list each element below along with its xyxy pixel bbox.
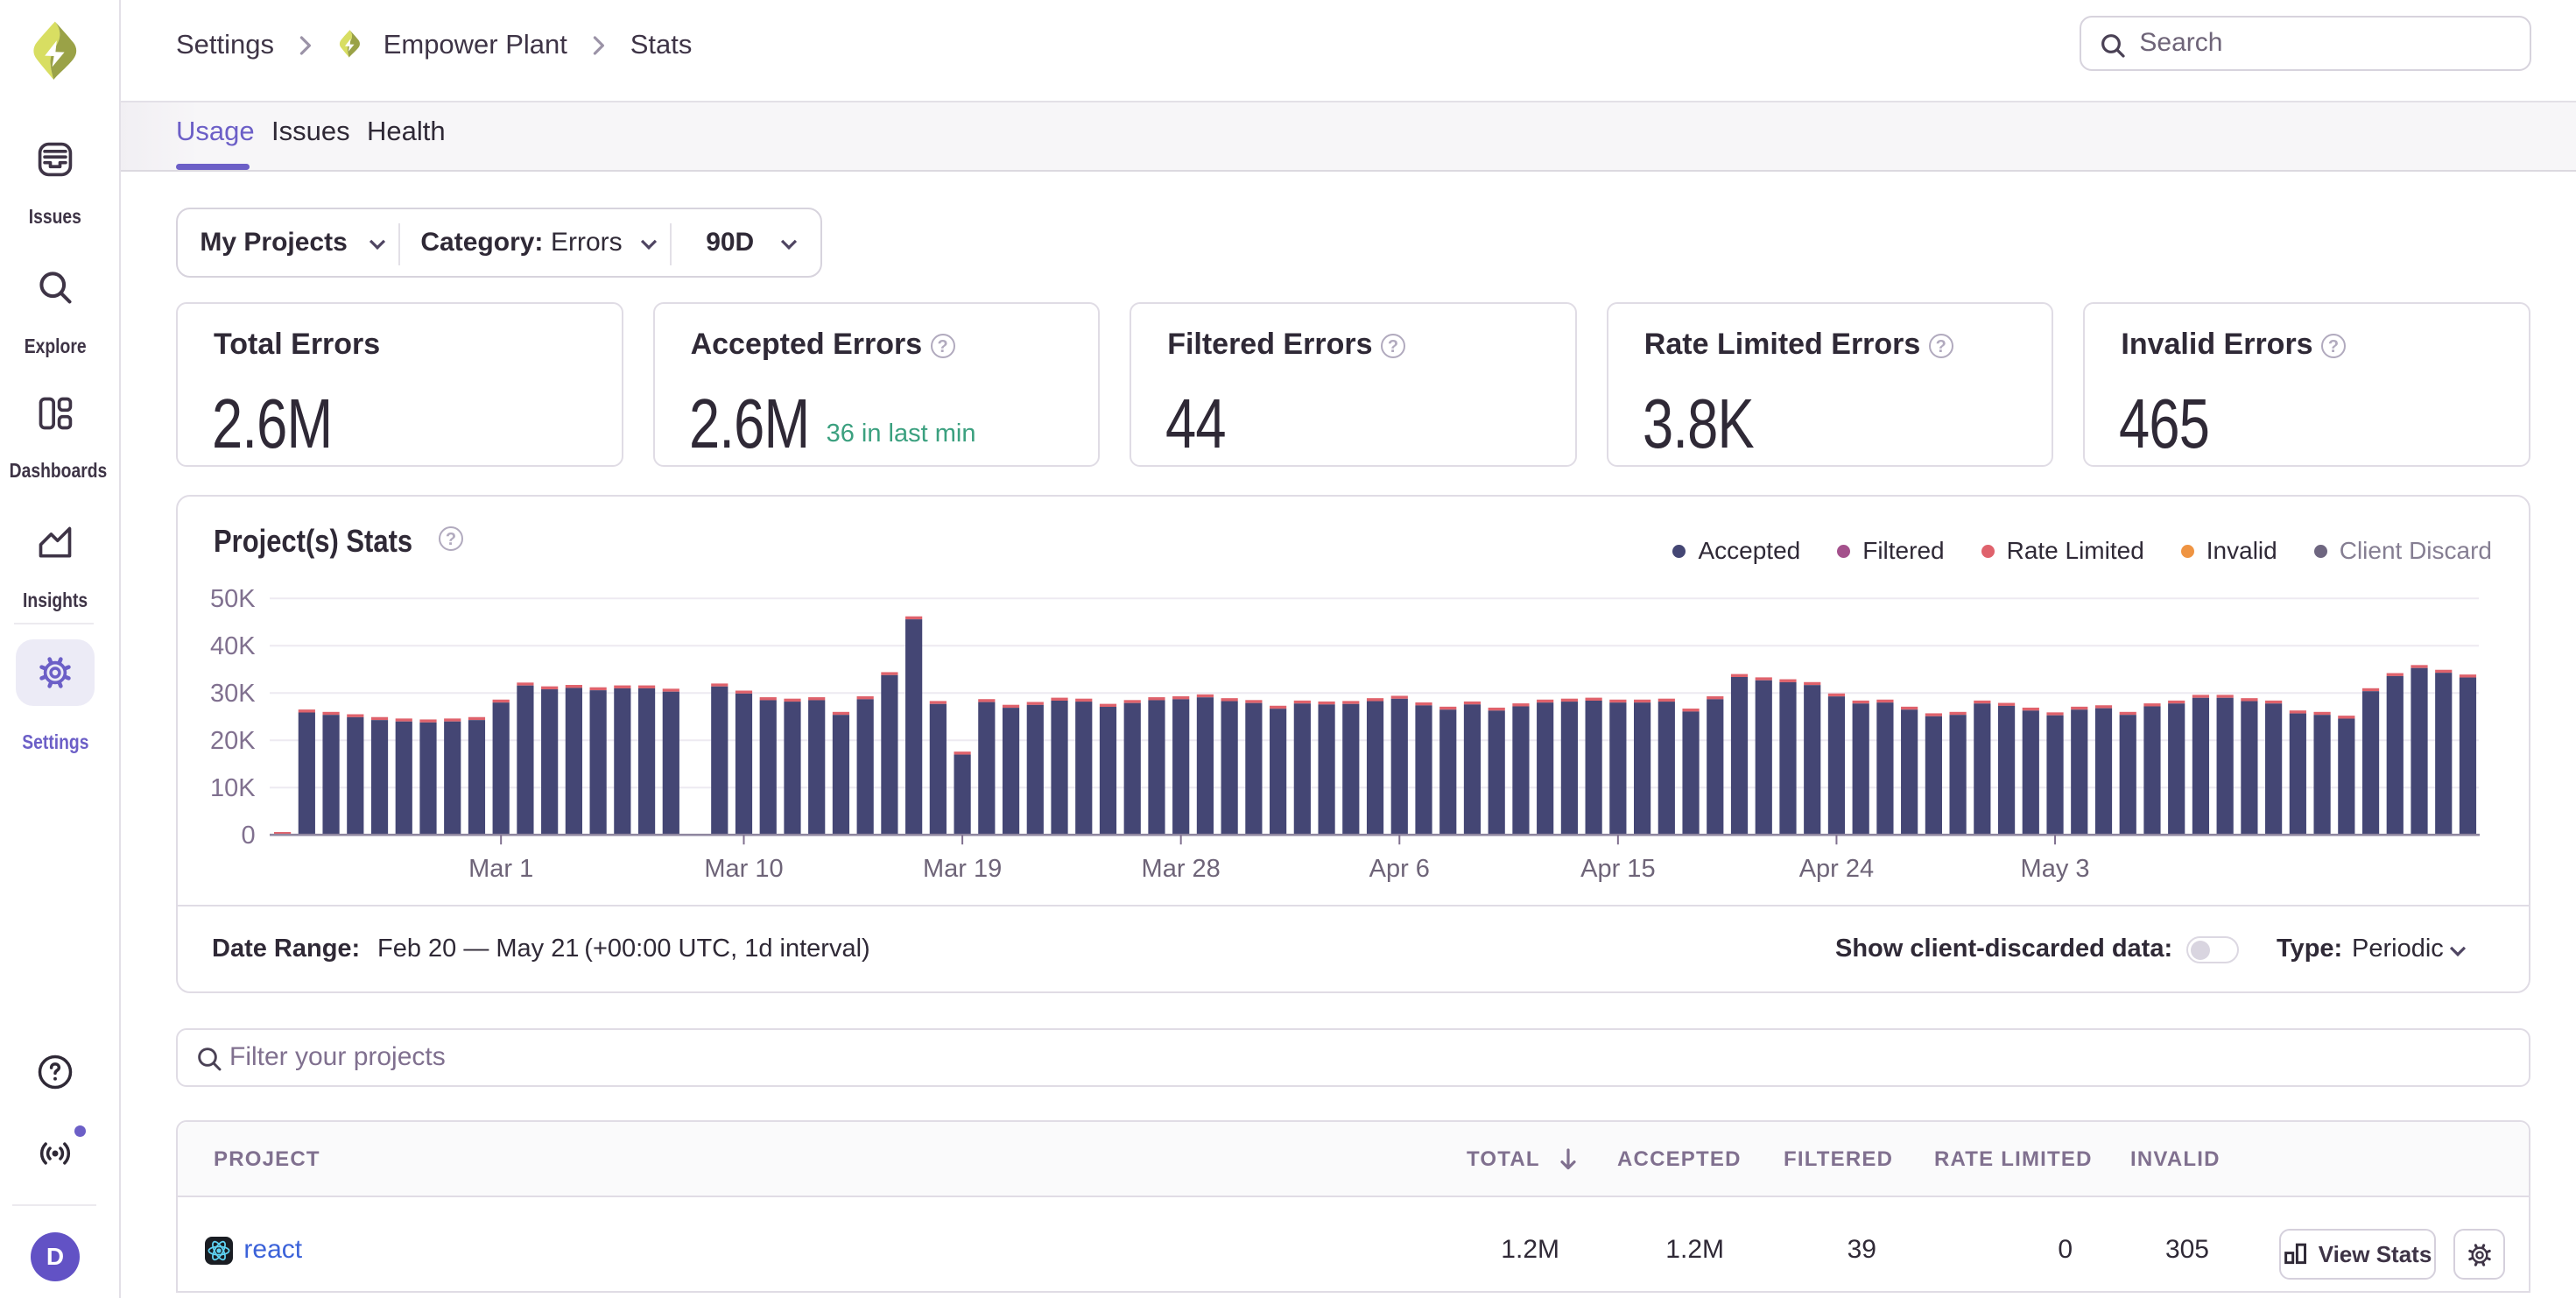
svg-text:20K: 20K: [210, 727, 256, 755]
svg-text:30K: 30K: [210, 680, 256, 708]
svg-text:Apr 24: Apr 24: [1799, 855, 1874, 883]
svg-text:0: 0: [241, 822, 255, 850]
svg-text:50K: 50K: [210, 585, 256, 613]
svg-text:Mar 1: Mar 1: [468, 855, 533, 883]
svg-text:Mar 10: Mar 10: [704, 855, 783, 883]
svg-text:Mar 19: Mar 19: [923, 855, 1002, 883]
svg-text:Apr 6: Apr 6: [1369, 855, 1430, 883]
svg-text:Mar 28: Mar 28: [1142, 855, 1221, 883]
svg-text:Apr 15: Apr 15: [1580, 855, 1655, 883]
svg-text:May 3: May 3: [2021, 855, 2090, 883]
svg-text:40K: 40K: [210, 632, 256, 660]
svg-text:10K: 10K: [210, 774, 256, 802]
